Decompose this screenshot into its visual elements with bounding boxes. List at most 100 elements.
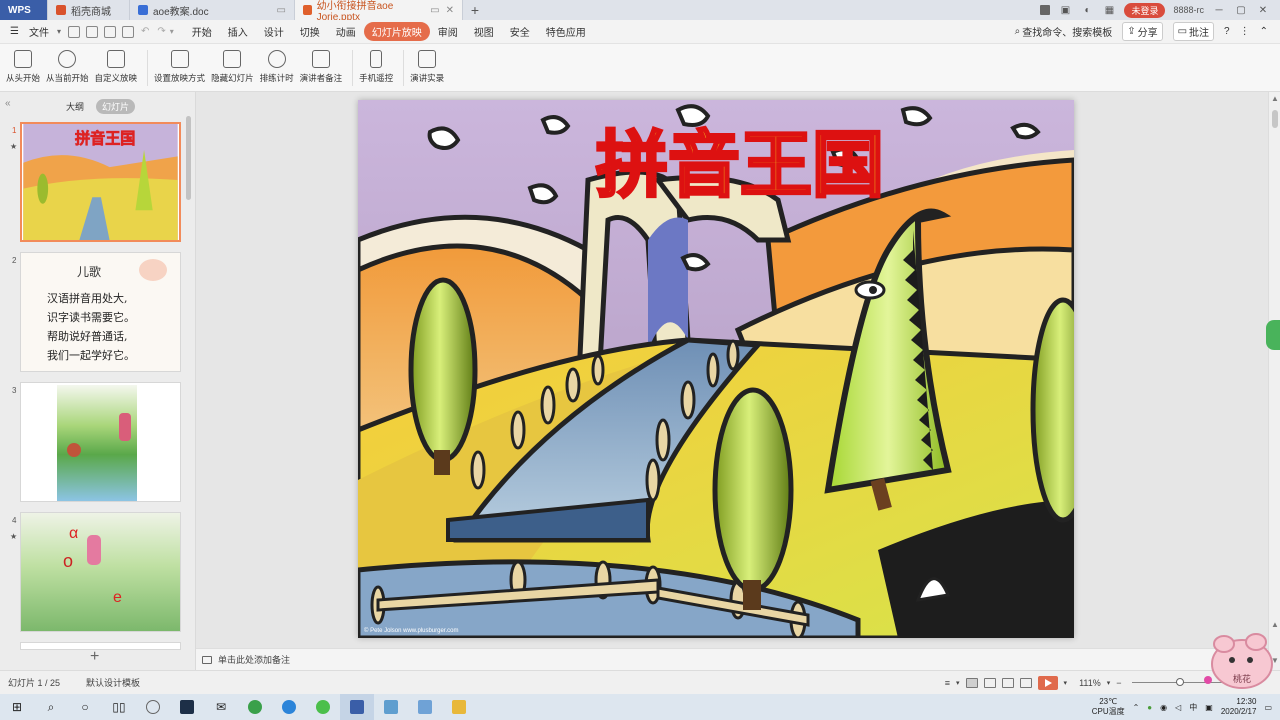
custom-show-button[interactable]: 自定义放映: [95, 50, 137, 84]
tab-pptx-active[interactable]: 幼小衔接拼音aoe Jorie.pptx ▭ ✕: [295, 0, 463, 23]
menu-slideshow[interactable]: 幻灯片放映: [363, 22, 430, 41]
notes-placeholder[interactable]: 单击此处添加备注: [218, 653, 290, 666]
notification-icon[interactable]: ▭: [1264, 703, 1272, 712]
slide-editor-canvas[interactable]: 拼音王国 © Pete Jolson www.plusburger.com: [196, 92, 1268, 648]
layout-icon[interactable]: ▣: [1058, 5, 1072, 16]
file-explorer-icon[interactable]: [442, 694, 476, 720]
zoom-slider-knob[interactable]: [1175, 678, 1184, 686]
app-icon[interactable]: [136, 694, 170, 720]
print-preview-icon[interactable]: [121, 25, 134, 38]
collapse-ribbon-icon[interactable]: ⌃: [1260, 26, 1268, 37]
tab-close-icon[interactable]: ✕: [446, 5, 454, 16]
help-button[interactable]: ?: [1224, 26, 1230, 37]
print-icon[interactable]: [103, 25, 116, 38]
cpu-temperature[interactable]: 23℃ CPU温度: [1092, 697, 1125, 717]
tab-docer-store[interactable]: 稻壳商城: [48, 0, 130, 20]
menu-transition[interactable]: 切换: [292, 22, 328, 41]
redo-icon[interactable]: ↷: [157, 26, 165, 37]
zoom-level[interactable]: 111%: [1079, 678, 1101, 688]
undo-icon[interactable]: ↶: [141, 26, 149, 37]
add-slide-button[interactable]: +: [90, 648, 99, 666]
menu-home[interactable]: 开始: [184, 22, 220, 41]
reading-view-icon[interactable]: [1001, 677, 1014, 688]
tab-slides[interactable]: 幻灯片: [96, 99, 136, 114]
menu-security[interactable]: 安全: [502, 22, 538, 41]
tab-monitor-icon[interactable]: ▭: [277, 5, 286, 16]
more-icon[interactable]: ⋮: [1240, 26, 1250, 37]
setup-show-button[interactable]: 设置放映方式: [154, 50, 205, 84]
menu-animation[interactable]: 动画: [328, 22, 364, 41]
system-clock[interactable]: 12:30 2020/2/17: [1221, 697, 1257, 717]
menu-review[interactable]: 审阅: [430, 22, 466, 41]
slideshow-play-button[interactable]: [1037, 675, 1058, 690]
apps-icon[interactable]: ▦: [1102, 5, 1116, 16]
chevron-down-icon[interactable]: ▾: [170, 27, 174, 36]
chevron-down-icon[interactable]: ▾: [57, 27, 61, 36]
play-from-start-button[interactable]: 从头开始: [6, 50, 40, 84]
slide-thumbnail-1[interactable]: 拼音王国: [20, 122, 181, 242]
tab-monitor-icon[interactable]: ▭: [430, 5, 439, 16]
hide-slide-button[interactable]: 隐藏幻灯片: [211, 50, 254, 84]
slide-thumbnail-3[interactable]: [20, 382, 181, 502]
open-icon[interactable]: [85, 25, 98, 38]
notes-toggle-icon[interactable]: ≡: [945, 678, 950, 688]
volume-icon[interactable]: ◁: [1175, 703, 1181, 712]
scroll-up-icon[interactable]: ▲: [1271, 94, 1279, 103]
tab-wps[interactable]: WPS: [0, 0, 48, 20]
language-icon[interactable]: 中: [1189, 702, 1197, 713]
collapse-panel-icon[interactable]: «: [5, 98, 11, 109]
tab-doc[interactable]: aoe教案.doc ▭: [130, 0, 295, 20]
skin-icon[interactable]: ◐: [1080, 5, 1094, 16]
editor-vertical-scrollbar[interactable]: ▲ ▲ ▼: [1268, 92, 1280, 670]
side-float-widget[interactable]: [1266, 320, 1280, 350]
login-button[interactable]: 未登录: [1124, 2, 1166, 18]
windows-start-icon[interactable]: ⊞: [0, 694, 34, 720]
current-slide[interactable]: 拼音王国 © Pete Jolson www.plusburger.com: [358, 100, 1074, 638]
zoom-out-button[interactable]: −: [1116, 678, 1121, 688]
chevron-down-icon[interactable]: ▾: [1107, 679, 1111, 687]
record-button[interactable]: 演讲实录: [410, 50, 444, 84]
slide-thumbnail-2[interactable]: 儿歌 汉语拼音用处大, 识字读书需要它。 帮助说好普通话, 我们一起学好它。: [20, 252, 181, 372]
chevron-down-icon[interactable]: ▾: [956, 679, 960, 687]
minimize-button[interactable]: ─: [1212, 5, 1226, 16]
speaker-notes-button[interactable]: 演讲者备注: [300, 50, 342, 84]
pet-mascot[interactable]: 桃花: [1204, 628, 1276, 692]
slide-title[interactable]: 拼音王国: [595, 122, 886, 209]
command-search[interactable]: ⌕ 查找命令、搜索模板: [1015, 24, 1113, 39]
close-window-button[interactable]: ✕: [1256, 5, 1270, 16]
menu-features[interactable]: 特色应用: [538, 22, 594, 41]
menu-file[interactable]: 文件: [21, 22, 57, 41]
slide-thumbnail-4[interactable]: α o e: [20, 512, 181, 632]
presenter-view-icon[interactable]: [1019, 677, 1032, 688]
scroll-thumb[interactable]: [1272, 110, 1278, 128]
edge-icon[interactable]: [272, 694, 306, 720]
phone-remote-button[interactable]: 手机遥控: [359, 50, 393, 84]
window-count-icon[interactable]: [1040, 5, 1051, 15]
wechat-icon[interactable]: [306, 694, 340, 720]
network-icon[interactable]: ◉: [1160, 703, 1167, 712]
notes-pane[interactable]: 单击此处添加备注: [196, 648, 1268, 670]
menu-design[interactable]: 设计: [256, 22, 292, 41]
mail-icon[interactable]: ✉: [204, 694, 238, 720]
share-button[interactable]: ⇪ 分享: [1122, 22, 1163, 41]
comment-button[interactable]: ▭ 批注: [1172, 22, 1215, 41]
browser-icon[interactable]: [238, 694, 272, 720]
wps-taskbar-icon[interactable]: [340, 694, 374, 720]
menu-view[interactable]: 视图: [466, 22, 502, 41]
cortana-icon[interactable]: ○: [68, 694, 102, 720]
app-icon[interactable]: [374, 694, 408, 720]
slide-thumbnail-5-partial[interactable]: [20, 642, 181, 650]
task-view-icon[interactable]: ▯▯: [102, 694, 136, 720]
chevron-down-icon[interactable]: ▾: [1064, 679, 1068, 687]
template-name[interactable]: 默认设计模板: [86, 676, 140, 689]
maximize-button[interactable]: ▢: [1234, 5, 1248, 16]
tray-app-icon[interactable]: ●: [1147, 703, 1152, 712]
play-from-current-button[interactable]: 从当前开始: [46, 50, 89, 84]
slide-sorter-icon[interactable]: [983, 677, 996, 688]
panel-scrollbar[interactable]: [186, 116, 191, 200]
photoshop-icon[interactable]: [170, 694, 204, 720]
save-icon[interactable]: [67, 25, 80, 38]
chevron-up-icon[interactable]: ⌃: [1133, 703, 1140, 712]
hamburger-icon[interactable]: ☰: [8, 24, 21, 39]
tab-outline[interactable]: 大纲: [60, 99, 90, 114]
